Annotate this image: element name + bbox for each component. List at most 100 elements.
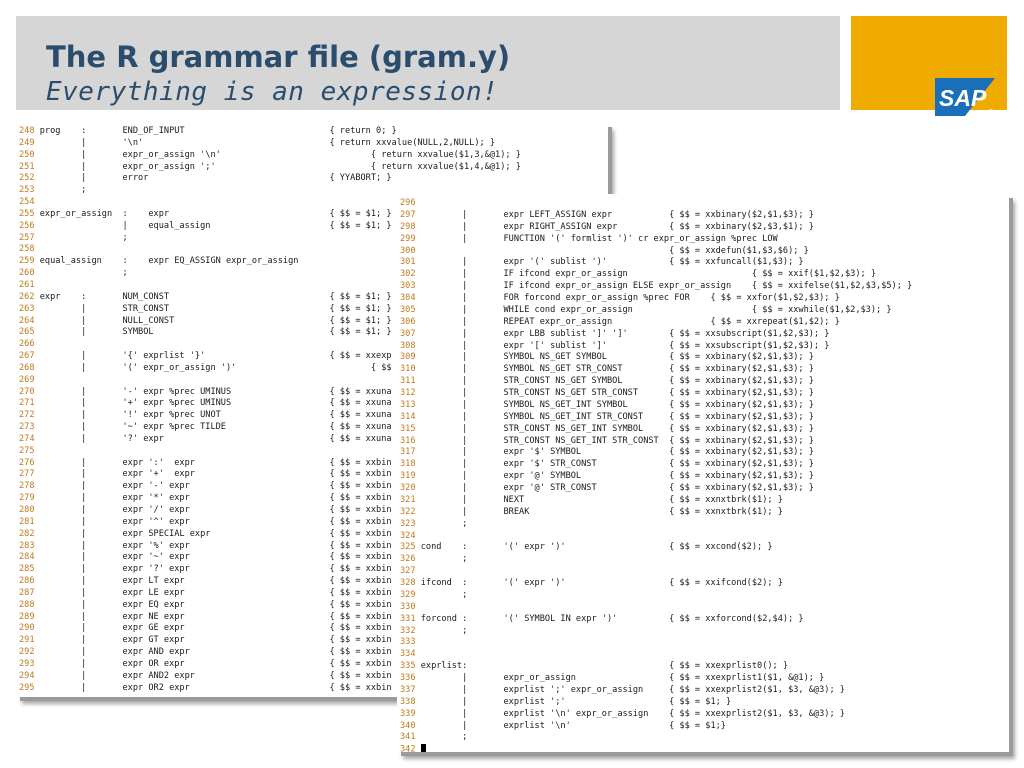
code-text: ; xyxy=(420,589,468,600)
line-number: 304 xyxy=(400,293,416,303)
line-number: 284 xyxy=(19,552,35,563)
code-listing-2: 296 297 | expr LEFT_ASSIGN expr { $$ = x… xyxy=(400,198,912,752)
code-text: | WHILE cond expr_or_assign { $$ = xxwhi… xyxy=(420,304,892,315)
code-text: | SYMBOL { $$ = $1; } xyxy=(39,327,392,338)
line-number: 326 xyxy=(400,554,416,565)
line-number: 336 xyxy=(400,673,416,683)
code-text: | NULL_CONST { $$ = $1; } xyxy=(39,315,392,326)
code-text: ; xyxy=(39,185,87,196)
code-text: | expr OR2 expr { $$ = xxbin xyxy=(39,682,392,693)
line-number: 308 xyxy=(400,340,416,351)
code-line: 325 cond : '(' expr ')' { $$ = xxcond($2… xyxy=(400,542,912,554)
code-line: 313 | SYMBOL NS_GET_INT SYMBOL { $$ = xx… xyxy=(400,400,912,412)
code-line: 312 | STR_CONST NS_GET STR_CONST { $$ = … xyxy=(400,388,912,400)
line-number: 305 xyxy=(400,304,416,315)
code-line: 340 | exprlist '\n' { $$ = $1;} xyxy=(400,721,912,733)
code-text: | '?' expr { $$ = xxuna xyxy=(39,433,392,444)
code-text: | expr '-' expr { $$ = xxbin xyxy=(39,481,392,492)
code-text: | '\n' { return xxvalue(NULL,2,NULL); } xyxy=(39,137,496,148)
line-number: 323 xyxy=(400,518,416,529)
code-text: | expr '^' expr { $$ = xxbin xyxy=(39,516,392,527)
line-number: 266 xyxy=(19,339,35,350)
code-text: | exprlist ';' expr_or_assign { $$ = xxe… xyxy=(420,684,845,695)
line-number: 269 xyxy=(19,374,35,385)
code-line: 251 | expr_or_assign ';' { return xxvalu… xyxy=(19,162,521,174)
line-number: 310 xyxy=(400,364,416,375)
code-line: 316 | STR_CONST NS_GET_INT STR_CONST { $… xyxy=(400,436,912,448)
code-text: | '+' expr %prec UMINUS { $$ = xxuna xyxy=(39,398,392,409)
code-text: | expr '%' expr { $$ = xxbin xyxy=(39,540,392,551)
code-text: | expr SPECIAL expr { $$ = xxbin xyxy=(39,528,392,539)
line-number: 318 xyxy=(400,459,416,470)
line-number: 254 xyxy=(19,197,35,208)
line-number: 279 xyxy=(19,493,35,504)
line-number: 291 xyxy=(19,635,35,646)
line-number: 329 xyxy=(400,589,416,600)
code-text: | SYMBOL NS_GET_INT STR_CONST { $$ = xxb… xyxy=(420,411,814,422)
code-text: | error { YYABORT; } xyxy=(39,173,392,184)
code-line: 311 | STR_CONST NS_GET SYMBOL { $$ = xxb… xyxy=(400,376,912,388)
code-text: | exprlist '\n' { $$ = $1;} xyxy=(420,720,726,731)
line-number: 268 xyxy=(19,362,35,373)
code-text: | expr '$' SYMBOL { $$ = xxbinary($2,$1,… xyxy=(420,447,814,458)
line-number: 255 xyxy=(19,208,35,219)
code-text: equal_assign : expr EQ_ASSIGN expr_or_as… xyxy=(39,256,299,267)
line-number: 307 xyxy=(400,328,416,339)
line-number: 264 xyxy=(19,315,35,326)
line-number: 293 xyxy=(19,658,35,669)
code-line: 306 | REPEAT expr_or_assign { $$ = xxrep… xyxy=(400,317,912,329)
code-line: 308 | expr '[' sublist ']' { $$ = xxsubs… xyxy=(400,341,912,353)
line-number: 282 xyxy=(19,528,35,539)
code-line: 309 | SYMBOL NS_GET SYMBOL { $$ = xxbina… xyxy=(400,352,912,364)
slide-subtitle: Everything is an expression! xyxy=(46,77,499,107)
code-text: | BREAK { $$ = xxnxtbrk($1); } xyxy=(420,506,783,517)
code-text: | STR_CONST NS_GET SYMBOL { $$ = xxbinar… xyxy=(420,376,814,387)
code-line: 323 ; xyxy=(400,519,912,531)
code-line: 334 xyxy=(400,649,912,661)
line-number: 332 xyxy=(400,625,416,636)
line-number: 342 xyxy=(400,744,416,752)
code-line: 302 | IF ifcond expr_or_assign { $$ = xx… xyxy=(400,269,912,281)
line-number: 248 xyxy=(19,126,35,136)
code-text: | expr GE expr { $$ = xxbin xyxy=(39,623,392,634)
line-number: 253 xyxy=(19,185,35,196)
line-number: 320 xyxy=(400,483,416,493)
code-text: expr : NUM_CONST { $$ = $1; } xyxy=(39,291,392,302)
code-text: | '!' expr %prec UNOT { $$ = xxuna xyxy=(39,410,392,421)
code-text: expr_or_assign : expr { $$ = $1; } xyxy=(39,208,392,219)
code-text: | expr LT expr { $$ = xxbin xyxy=(39,576,392,587)
code-text: ; xyxy=(420,518,468,529)
code-line: 336 | expr_or_assign { $$ = xxexprlist1(… xyxy=(400,673,912,685)
code-line: 317 | expr '$' SYMBOL { $$ = xxbinary($2… xyxy=(400,447,912,459)
code-text: | expr_or_assign { $$ = xxexprlist1($1, … xyxy=(420,673,825,683)
code-line: 307 | expr LBB sublist ']' ']' { $$ = xx… xyxy=(400,329,912,341)
sap-logo-icon: SAP xyxy=(935,78,995,116)
line-number: 314 xyxy=(400,411,416,422)
code-line: 326 ; xyxy=(400,554,912,566)
code-text: | FOR forcond expr_or_assign %prec FOR {… xyxy=(420,293,840,303)
code-text: { $$ = xxdefun($1,$3,$6); } xyxy=(420,245,809,256)
code-line: 300 { $$ = xxdefun($1,$3,$6); } xyxy=(400,246,912,258)
code-line: 320 | expr '@' STR_CONST { $$ = xxbinary… xyxy=(400,483,912,495)
svg-text:SAP: SAP xyxy=(939,85,987,111)
line-number: 321 xyxy=(400,494,416,505)
code-line: 296 xyxy=(400,198,912,210)
line-number: 275 xyxy=(19,445,35,456)
line-number: 300 xyxy=(400,245,416,256)
line-number: 252 xyxy=(19,173,35,184)
code-line: 321 | NEXT { $$ = xxnxtbrk($1); } xyxy=(400,495,912,507)
line-number: 341 xyxy=(400,732,416,743)
line-number: 267 xyxy=(19,351,35,362)
line-number: 296 xyxy=(400,198,416,208)
line-number: 325 xyxy=(400,542,416,553)
code-text: ; xyxy=(39,268,128,279)
code-text: | expr '~' expr { $$ = xxbin xyxy=(39,552,392,563)
code-text: | expr '@' STR_CONST { $$ = xxbinary($2,… xyxy=(420,483,814,493)
code-line: 315 | STR_CONST NS_GET_INT SYMBOL { $$ =… xyxy=(400,424,912,436)
line-number: 258 xyxy=(19,244,35,255)
code-text: | '-' expr %prec UMINUS { $$ = xxuna xyxy=(39,386,392,397)
code-text: | expr '*' expr { $$ = xxbin xyxy=(39,493,392,504)
code-text: ; xyxy=(420,625,468,636)
line-number: 339 xyxy=(400,708,416,719)
line-number: 303 xyxy=(400,281,416,292)
